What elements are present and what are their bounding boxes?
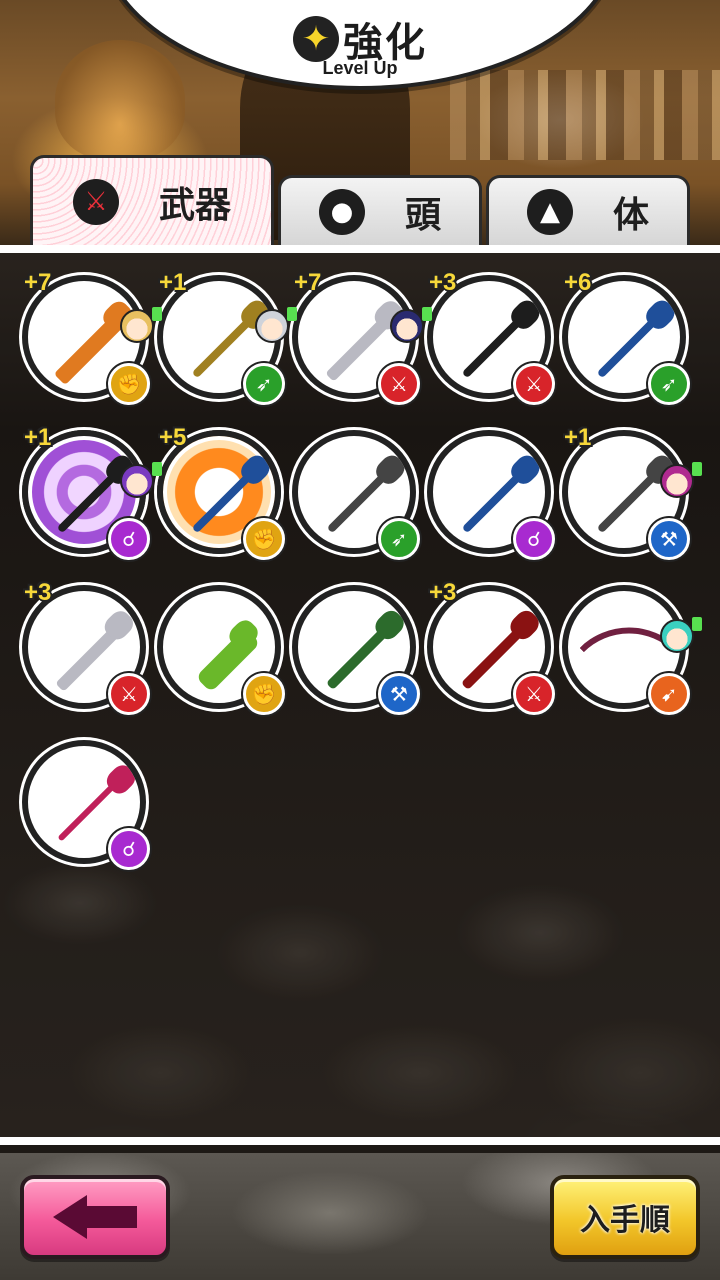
weapon-slot[interactable]: +1 ➶ (157, 269, 297, 405)
tab-head[interactable]: ● 頭 (278, 175, 482, 245)
weapon-slot[interactable]: +3 ⚔ (427, 269, 555, 405)
weapon-slot[interactable]: ➶ (292, 430, 420, 560)
sword-type-icon: ⚔ (513, 363, 555, 405)
bow-type-icon: ➹ (648, 673, 690, 715)
sort-button[interactable]: 入手順 (550, 1175, 700, 1259)
equipped-marker-icon (287, 307, 297, 321)
tab-label: 頭 (404, 194, 441, 236)
equipped-marker-icon (692, 462, 702, 476)
upgrade-level: +7 (24, 269, 52, 296)
staff-type-icon: ☌ (108, 518, 150, 560)
equipment-grid-panel[interactable]: +7 ✊ +1 ➶ +7 ⚔ +3 ⚔ +6 ➶ +1 ☌ +5 ✊ ➶ ☌ +1 ⚒ +3 ⚔ ✊ ⚒ +3 ⚔ ➹ ☌ (0, 245, 720, 1145)
weapon-slot[interactable]: +7 ✊ (22, 269, 162, 405)
upgrade-level: +3 (429, 579, 457, 606)
tab-weapon[interactable]: ⚔ 武器 (30, 155, 274, 245)
equipped-character-avatar (255, 307, 297, 343)
upgrade-level: +3 (429, 269, 457, 296)
tab-label: 体 (612, 194, 649, 236)
staff-type-icon: ☌ (513, 518, 555, 560)
upgrade-level: +3 (24, 579, 52, 606)
spear-type-icon: ➶ (648, 363, 690, 405)
fist-type-icon: ✊ (108, 363, 150, 405)
staff-type-icon: ☌ (108, 828, 150, 870)
sword-type-icon: ⚔ (378, 363, 420, 405)
weapon-slot[interactable]: +5 ✊ (157, 424, 285, 560)
equipped-character-avatar (120, 307, 162, 343)
sparkle-icon: ✦ (293, 16, 339, 62)
equipped-character-avatar (660, 617, 702, 653)
equipped-character-avatar (660, 462, 702, 498)
tab-body[interactable]: ▲ 体 (486, 175, 690, 245)
spear-type-icon: ➶ (378, 518, 420, 560)
weapon-slot[interactable]: +1 ☌ (22, 424, 162, 560)
body-icon: ▲ (526, 188, 573, 235)
page-subtitle: Level Up (322, 58, 398, 78)
weapon-slot[interactable]: ☌ (22, 740, 150, 870)
weapon-slot[interactable]: +3 ⚔ (22, 579, 150, 715)
upgrade-level: +1 (24, 424, 52, 451)
weapon-slot[interactable]: ⚒ (292, 585, 420, 715)
head-icon: ● (318, 188, 365, 235)
equipped-character-avatar (390, 307, 432, 343)
back-button[interactable] (20, 1175, 170, 1259)
spear-type-icon: ➶ (243, 363, 285, 405)
weapon-slot[interactable]: ✊ (157, 585, 285, 715)
upgrade-level: +1 (564, 424, 592, 451)
upgrade-level: +1 (159, 269, 187, 296)
fist-type-icon: ✊ (243, 518, 285, 560)
sword-type-icon: ⚔ (513, 673, 555, 715)
arrow-left-icon (53, 1195, 137, 1239)
bottom-bar: 入手順 (0, 1153, 720, 1280)
weapon-slot[interactable]: ☌ (427, 430, 555, 560)
weapon-slot[interactable]: ➹ (562, 585, 702, 715)
weapon-slot[interactable]: +3 ⚔ (427, 579, 555, 715)
fist-type-icon: ✊ (243, 673, 285, 715)
tab-label: 武器 (158, 184, 231, 226)
axe-type-icon: ⚒ (648, 518, 690, 560)
weapon-slot[interactable]: +1 ⚒ (562, 424, 702, 560)
weapon-shelf (450, 70, 720, 160)
upgrade-level: +6 (564, 269, 592, 296)
equipped-marker-icon (692, 617, 702, 631)
axe-type-icon: ⚒ (378, 673, 420, 715)
weapon-slot[interactable]: +7 ⚔ (292, 269, 432, 405)
sword-type-icon: ⚔ (108, 673, 150, 715)
title-banner: ✦ 強化 Level Up (100, 0, 620, 90)
equipped-character-avatar (120, 462, 162, 498)
upgrade-level: +5 (159, 424, 187, 451)
equipped-marker-icon (152, 307, 162, 321)
equipped-marker-icon (422, 307, 432, 321)
weapon-slot[interactable]: +6 ➶ (562, 269, 690, 405)
upgrade-level: +7 (294, 269, 322, 296)
sword-icon: ⚔ (72, 178, 119, 225)
equipped-marker-icon (152, 462, 162, 476)
